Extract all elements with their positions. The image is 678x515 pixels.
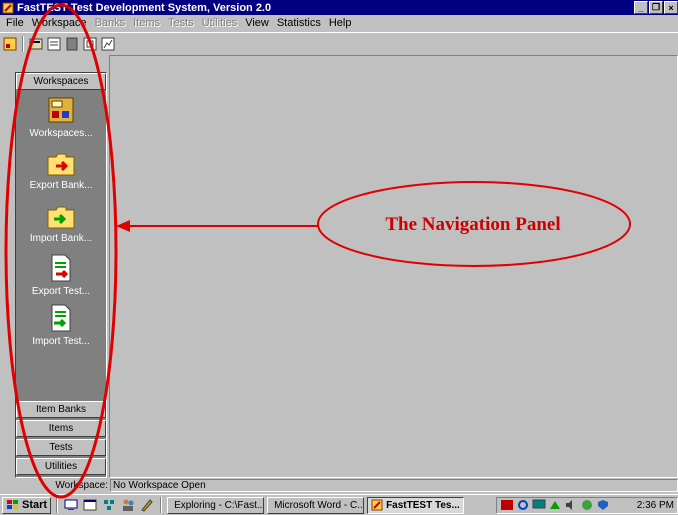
tray-shield-icon[interactable] xyxy=(596,499,610,511)
menu-items[interactable]: Items xyxy=(129,16,164,30)
tray-network-icon[interactable] xyxy=(548,499,562,511)
fasttest-icon xyxy=(371,499,383,511)
bank-toolbar-icon[interactable] xyxy=(28,36,44,52)
desktop-icon[interactable] xyxy=(63,497,79,513)
tray-sync-icon[interactable] xyxy=(516,499,530,511)
window-icon[interactable] xyxy=(82,497,98,513)
nav-item-label: Import Bank... xyxy=(29,233,93,244)
import-test-icon xyxy=(51,304,71,332)
nav-item-import-bank[interactable]: Import Bank... xyxy=(16,204,106,244)
clock[interactable]: 2:36 PM xyxy=(637,500,674,511)
nav-tab-utilities[interactable]: Utilities xyxy=(16,458,106,475)
nav-item-import-test[interactable]: Import Test... xyxy=(16,303,106,347)
menu-help[interactable]: Help xyxy=(325,16,356,30)
workspace-toolbar-icon[interactable] xyxy=(2,36,18,52)
nav-item-workspaces[interactable]: Workspaces... xyxy=(16,95,106,139)
nav-tab-item-banks[interactable]: Item Banks xyxy=(16,401,106,418)
menu-utilities[interactable]: Utilities xyxy=(198,16,241,30)
menu-file[interactable]: File xyxy=(2,16,28,30)
task-label: Microsoft Word - C... xyxy=(274,499,365,511)
pen-icon[interactable] xyxy=(139,497,155,513)
menu-banks[interactable]: Banks xyxy=(91,16,130,30)
item-toolbar-icon[interactable] xyxy=(46,36,62,52)
menu-bar: File Workspace Banks Items Tests Utiliti… xyxy=(0,15,678,31)
grid-toolbar-icon[interactable] xyxy=(82,36,98,52)
task-button-exploring[interactable]: Exploring - C:\Fast... xyxy=(167,496,265,514)
task-label: FastTEST Tes... xyxy=(386,499,460,511)
export-bank-icon xyxy=(47,153,75,176)
menu-tests[interactable]: Tests xyxy=(164,16,198,30)
task-button-fasttest[interactable]: FastTEST Tes... xyxy=(367,496,465,514)
menu-workspace[interactable]: Workspace xyxy=(28,16,91,30)
test-toolbar-icon[interactable] xyxy=(64,36,80,52)
tray-app-icon[interactable] xyxy=(500,499,514,511)
title-bar[interactable]: FastTEST Test Development System, Versio… xyxy=(0,0,678,15)
menu-view[interactable]: View xyxy=(241,16,273,30)
tray-volume-icon[interactable] xyxy=(564,499,578,511)
nav-item-label: Export Bank... xyxy=(29,180,93,191)
taskbar: Start Exploring - C:\Fast... W Microsoft… xyxy=(0,494,678,515)
system-tray: 2:36 PM xyxy=(496,496,678,514)
status-value: No Workspace Open xyxy=(110,479,678,492)
nav-item-export-test[interactable]: Export Test... xyxy=(16,253,106,297)
tray-globe-icon[interactable] xyxy=(580,499,594,511)
app-icon xyxy=(2,2,14,13)
nav-tab-tests[interactable]: Tests xyxy=(16,439,106,456)
toolbar xyxy=(0,32,678,54)
workspace-icon xyxy=(48,97,74,123)
nav-item-label: Export Test... xyxy=(31,286,91,297)
menu-statistics[interactable]: Statistics xyxy=(273,16,325,30)
restore-button[interactable]: ❐ xyxy=(649,1,663,14)
status-bar: Workspace: No Workspace Open xyxy=(0,478,678,493)
nav-item-label: Workspaces... xyxy=(29,128,93,139)
nav-header-workspaces[interactable]: Workspaces xyxy=(16,73,106,90)
close-button[interactable]: × xyxy=(664,1,678,14)
nav-tab-items[interactable]: Items xyxy=(16,420,106,437)
task-button-word[interactable]: W Microsoft Word - C... xyxy=(267,496,365,514)
import-bank-icon xyxy=(47,206,75,229)
task-label: Exploring - C:\Fast... xyxy=(174,499,265,511)
tray-monitor-icon[interactable] xyxy=(532,499,546,511)
people-icon[interactable] xyxy=(120,497,136,513)
status-label: Workspace: xyxy=(55,480,108,491)
network-icon[interactable] xyxy=(101,497,117,513)
minimize-button[interactable]: _ xyxy=(634,1,648,14)
nav-item-label: Import Test... xyxy=(32,336,90,347)
navigation-panel: Workspaces Workspaces... Export Bank... … xyxy=(15,72,107,478)
chart-toolbar-icon[interactable] xyxy=(100,36,116,52)
main-workspace-area xyxy=(109,55,678,478)
callout-text: The Navigation Panel xyxy=(385,214,561,235)
window-title: FastTEST Test Development System, Versio… xyxy=(17,1,272,14)
start-label: Start xyxy=(22,499,48,511)
toolbar-separator xyxy=(22,35,24,52)
taskbar-separator xyxy=(56,497,59,513)
start-button[interactable]: Start xyxy=(2,496,52,514)
nav-item-export-bank[interactable]: Export Bank... xyxy=(16,151,106,191)
export-test-icon xyxy=(51,254,71,282)
taskbar-separator xyxy=(160,497,163,513)
windows-logo-icon xyxy=(7,500,18,509)
